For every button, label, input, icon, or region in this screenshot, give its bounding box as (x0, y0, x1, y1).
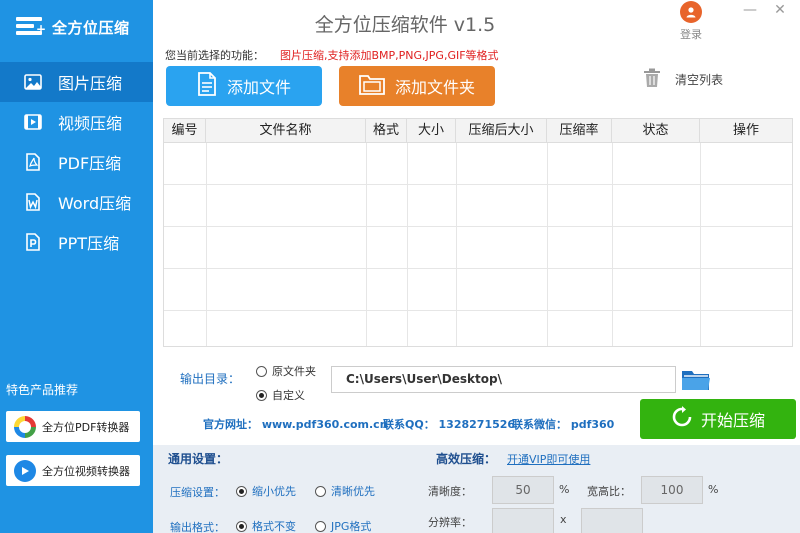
start-compress-label: 开始压缩 (700, 411, 765, 430)
sidebar-item-label: 图片压缩 (58, 74, 123, 93)
start-compress-button[interactable]: 开始压缩 (640, 399, 796, 439)
user-icon (680, 1, 702, 23)
clarity-unit: % (559, 483, 570, 496)
ppt-icon (24, 233, 42, 251)
add-folder-button[interactable]: 添加文件夹 (339, 66, 495, 106)
folder-icon (359, 73, 385, 99)
format-jpg-radio[interactable]: JPG格式 (315, 518, 371, 533)
login-label: 登录 (680, 28, 702, 41)
official-website: 官方网址： www.pdf360.com.cn (203, 418, 388, 431)
sidebar-item-label: PDF压缩 (58, 154, 122, 173)
window-title: 全方位压缩软件 v1.5 (314, 14, 496, 36)
sidebar-item-word-compress[interactable]: Word压缩 (0, 182, 153, 222)
close-button[interactable]: ✕ (770, 2, 790, 20)
clear-list-button[interactable]: 清空列表 (643, 68, 723, 91)
output-original-label: 原文件夹 (272, 365, 316, 378)
column-header-action: 操作 (732, 123, 759, 138)
login-button[interactable]: 登录 (676, 0, 706, 42)
trash-icon (643, 68, 661, 91)
logo-icon: + (14, 13, 48, 41)
browse-folder-button[interactable] (681, 368, 711, 395)
ratio-input[interactable]: 100 (641, 476, 703, 504)
resolution-height-input[interactable] (581, 508, 643, 533)
clear-list-label: 清空列表 (675, 73, 724, 87)
file-icon (197, 72, 217, 100)
vip-link[interactable]: 开通VIP即可使用 (507, 451, 590, 467)
radio-indicator (315, 485, 326, 497)
folder-open-icon (681, 371, 711, 395)
radio-indicator (315, 520, 326, 532)
resolution-width-input[interactable] (492, 508, 554, 533)
refresh-icon (671, 406, 693, 432)
high-efficiency-title: 高效压缩： (436, 452, 497, 466)
promo-label: 全方位视频转换器 (42, 464, 130, 478)
sidebar: + 全方位压缩 图片压缩 视频压缩 PDF压缩 Word压缩 PPT压缩 特色产… (0, 0, 153, 533)
sidebar-item-video-compress[interactable]: 视频压缩 (0, 102, 153, 142)
format-keep-label: 格式不变 (252, 520, 296, 533)
pdf-icon (24, 153, 42, 171)
radio-indicator (236, 485, 247, 497)
clarity-label: 清晰度： (428, 485, 472, 498)
column-header-ratio: 压缩率 (547, 119, 612, 142)
radio-indicator (256, 365, 267, 377)
column-header-size: 大小 (407, 119, 456, 142)
compress-small-label: 缩小优先 (252, 485, 296, 498)
output-path-input[interactable]: C:\Users\User\Desktop\ (331, 366, 676, 393)
promo-label: 全方位PDF转换器 (42, 420, 130, 434)
output-custom-label: 自定义 (272, 389, 305, 402)
function-label: 您当前选择的功能： (165, 49, 264, 62)
resolution-x: x (560, 513, 567, 526)
image-icon (24, 73, 42, 91)
column-header-number: 编号 (164, 119, 206, 142)
clarity-input[interactable]: 50 (492, 476, 554, 504)
pdf-converter-icon (14, 415, 36, 438)
sidebar-item-image-compress[interactable]: 图片压缩 (0, 62, 153, 102)
compress-clear-radio[interactable]: 清晰优先 (315, 483, 375, 499)
compress-setting-label: 压缩设置： (170, 486, 225, 499)
promo-pdf-converter[interactable]: 全方位PDF转换器 (6, 411, 140, 442)
contact-qq: 联系QQ： 1328271526 (383, 418, 516, 431)
word-icon (24, 193, 42, 211)
compress-clear-label: 清晰优先 (331, 485, 375, 498)
output-dir-label: 输出目录： (180, 372, 241, 386)
ratio-label: 宽高比： (587, 485, 631, 498)
promo-title: 特色产品推荐 (6, 383, 79, 397)
sidebar-nav: 图片压缩 视频压缩 PDF压缩 Word压缩 PPT压缩 (0, 62, 153, 262)
settings-panel: 通用设置： 压缩设置： 缩小优先 清晰优先 输出格式： 格式不变 JPG格式 高… (153, 445, 800, 533)
sidebar-item-label: Word压缩 (58, 194, 132, 213)
table-body (164, 143, 792, 346)
ratio-unit: % (708, 483, 719, 496)
logo-text: 全方位压缩 (52, 18, 130, 37)
radio-indicator (256, 389, 267, 401)
general-settings-title: 通用设置： (168, 452, 229, 466)
sidebar-item-label: 视频压缩 (58, 114, 123, 133)
app-logo: + 全方位压缩 (14, 12, 130, 42)
output-custom-radio[interactable]: 自定义 (256, 387, 305, 403)
output-original-radio[interactable]: 原文件夹 (256, 363, 316, 379)
column-header-filename: 文件名称 (206, 119, 366, 142)
sidebar-item-pdf-compress[interactable]: PDF压缩 (0, 142, 153, 182)
column-header-format: 格式 (366, 119, 407, 142)
compress-small-radio[interactable]: 缩小优先 (236, 483, 296, 499)
add-file-button[interactable]: 添加文件 (166, 66, 322, 106)
file-table: 编号 文件名称 格式 大小 压缩后大小 压缩率 状态 操作 (163, 118, 793, 347)
add-file-label: 添加文件 (226, 78, 291, 97)
format-jpg-label: JPG格式 (331, 520, 372, 533)
table-header: 编号 文件名称 格式 大小 压缩后大小 压缩率 状态 操作 (164, 119, 792, 143)
resolution-label: 分辨率： (428, 516, 472, 529)
output-format-label: 输出格式： (170, 521, 225, 533)
video-icon (24, 113, 42, 131)
column-header-compressed-size: 压缩后大小 (456, 119, 547, 142)
format-keep-radio[interactable]: 格式不变 (236, 518, 296, 533)
contact-wechat: 联系微信： pdf360 (512, 418, 615, 431)
video-converter-icon (14, 459, 36, 482)
radio-indicator (236, 520, 247, 532)
add-folder-label: 添加文件夹 (394, 78, 475, 97)
column-header-status: 状态 (612, 119, 700, 142)
minimize-button[interactable]: — (740, 2, 760, 20)
sidebar-item-ppt-compress[interactable]: PPT压缩 (0, 222, 153, 262)
promo-video-converter[interactable]: 全方位视频转换器 (6, 455, 140, 486)
sidebar-item-label: PPT压缩 (58, 234, 120, 253)
function-description: 图片压缩,支持添加BMP,PNG,JPG,GIF等格式 (280, 49, 499, 62)
